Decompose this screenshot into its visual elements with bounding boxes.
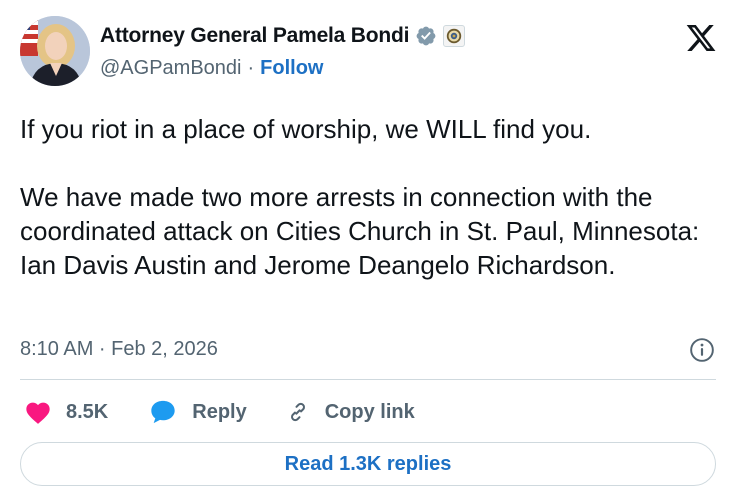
avatar[interactable] [20, 16, 90, 86]
author-handle[interactable]: @AGPamBondi [100, 57, 241, 80]
reply-bubble-icon [151, 400, 175, 424]
doj-seal-icon [447, 28, 462, 44]
author-name-row: Attorney General Pamela Bondi [100, 24, 466, 48]
tweet-card: Attorney General Pamela Bondi @AGPamBond… [0, 0, 736, 504]
tweet-line-2: We have made two more arrests in connect… [20, 182, 700, 280]
verified-badge-icon[interactable] [415, 25, 437, 47]
author-handle-row: @AGPamBondi · Follow [100, 57, 323, 80]
link-icon [290, 402, 305, 422]
author-name[interactable]: Attorney General Pamela Bondi [100, 24, 409, 48]
divider [20, 379, 716, 380]
separator: · [247, 57, 255, 79]
reply-button[interactable]: Reply [148, 398, 247, 426]
x-logo-icon[interactable] [684, 22, 718, 54]
tweet-line-1: If you riot in a place of worship, we WI… [20, 114, 592, 144]
heart-icon [26, 402, 50, 424]
info-icon[interactable] [689, 337, 715, 363]
like-count: 8.5K [66, 400, 109, 423]
tweet-text: If you riot in a place of worship, we WI… [20, 112, 720, 282]
affiliate-badge[interactable] [443, 25, 466, 47]
copy-link-button[interactable]: Copy link [285, 399, 415, 425]
follow-button[interactable]: Follow [260, 57, 323, 80]
action-bar: 8.5K Reply Copy link [24, 396, 415, 428]
copy-link-label: Copy link [324, 400, 415, 423]
tweet-timestamp[interactable]: 8:10 AM · Feb 2, 2026 [20, 338, 218, 361]
reply-label: Reply [192, 400, 247, 423]
read-replies-button[interactable]: Read 1.3K replies [20, 442, 716, 486]
avatar-image [20, 16, 90, 86]
like-button[interactable]: 8.5K [24, 399, 108, 425]
